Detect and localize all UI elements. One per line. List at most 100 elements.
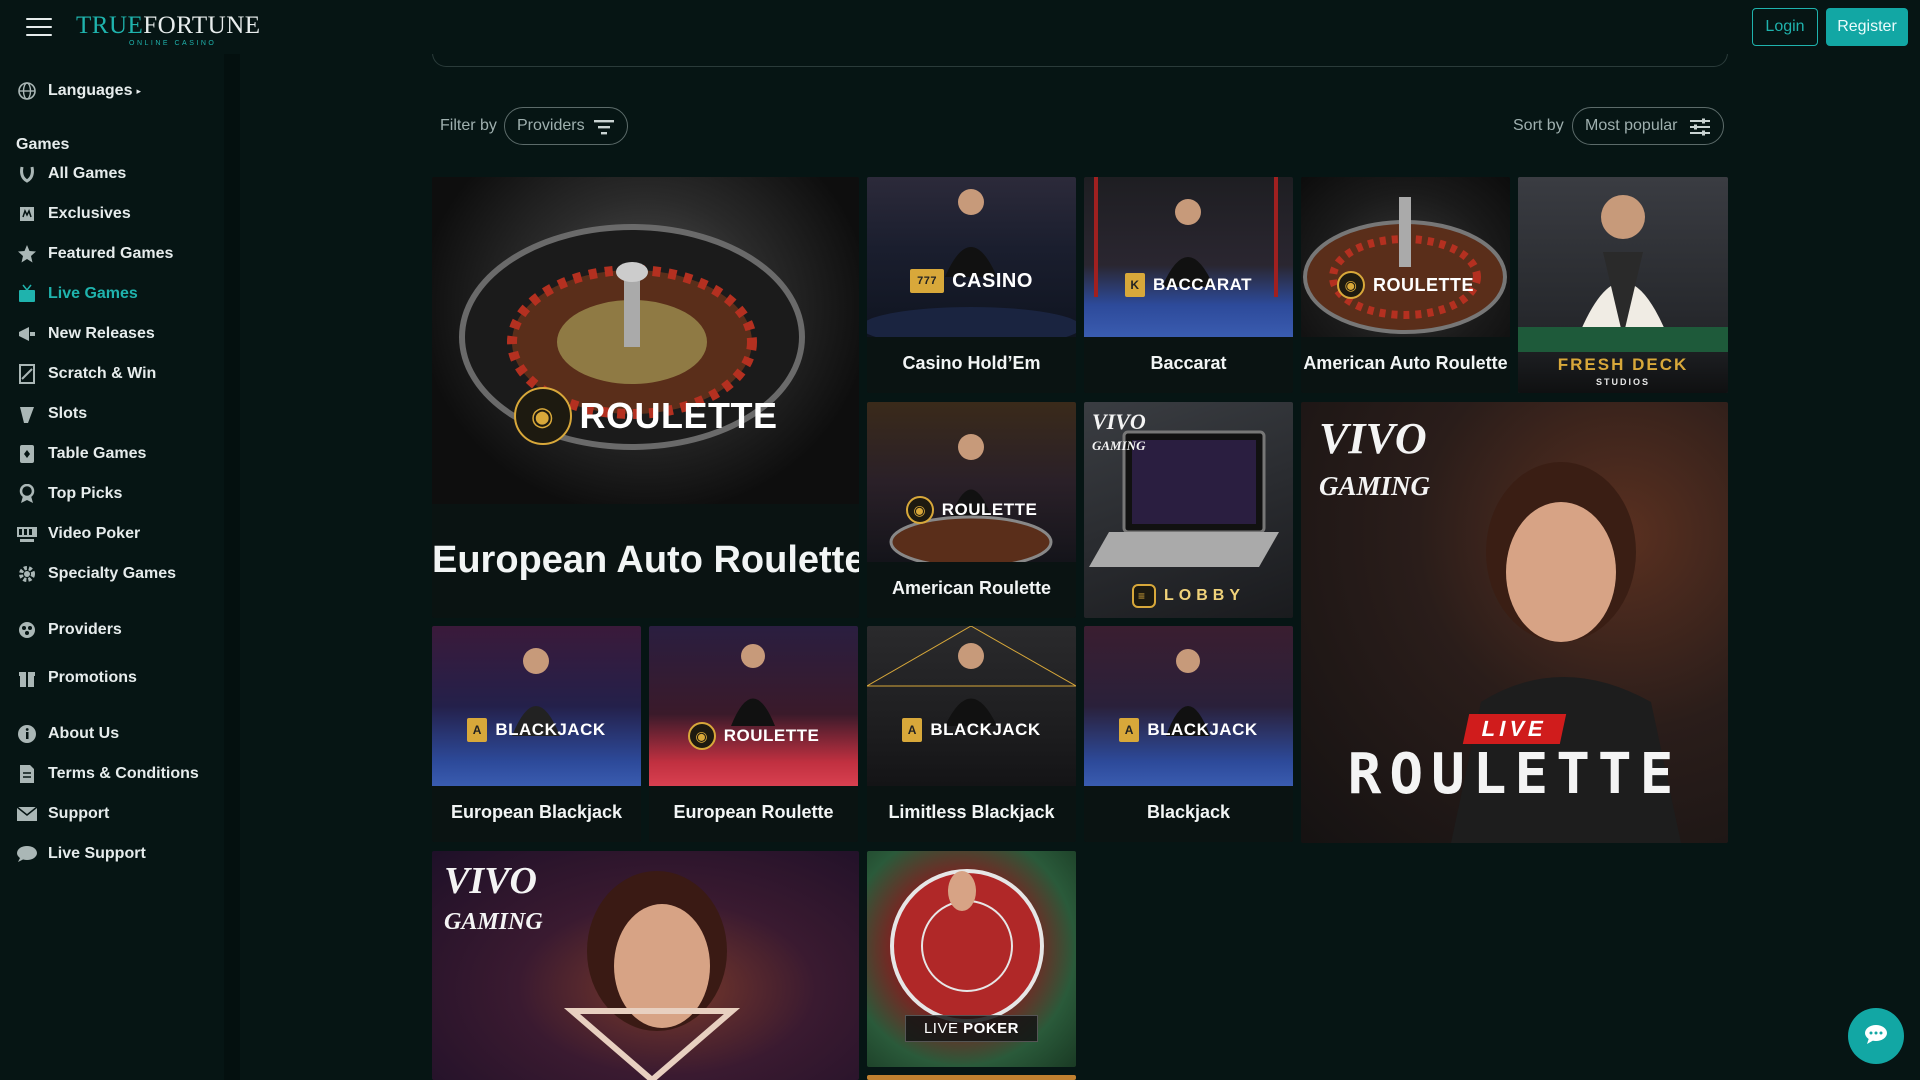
lobby-icon: ≡ bbox=[1132, 584, 1156, 608]
sidebar-item-table-games[interactable]: Table Games bbox=[16, 439, 146, 469]
game-badge: ◉ ROULETTE bbox=[1301, 271, 1510, 299]
game-title: European Roulette bbox=[673, 802, 834, 822]
game-tile-blackjack[interactable]: A BLACKJACK Blackjack bbox=[1084, 626, 1293, 842]
sidebar-divider bbox=[224, 54, 240, 1080]
sidebar-item-live-support[interactable]: Live Support bbox=[16, 839, 146, 869]
sidebar-item-label: Live Games bbox=[48, 285, 138, 302]
vivo-logo: VIVO GAMING bbox=[1092, 409, 1146, 454]
logo-part-2: FORTUNE bbox=[143, 12, 261, 39]
sidebar-item-label: Slots bbox=[48, 405, 88, 422]
sort-value: Most popular bbox=[1585, 117, 1678, 134]
game-tile-european-blackjack[interactable]: A BLACKJACK European Blackjack bbox=[432, 626, 641, 842]
sidebar-item-exclusives[interactable]: Exclusives bbox=[16, 199, 131, 229]
game-tile-european-roulette[interactable]: ◉ ROULETTE European Roulette bbox=[649, 626, 858, 842]
menu-icon[interactable] bbox=[26, 18, 52, 37]
game-badge: A BLACKJACK bbox=[1084, 718, 1293, 742]
sidebar-item-label: Terms & Conditions bbox=[48, 765, 199, 782]
game-tile-european-auto-roulette[interactable]: ◉ ROULETTE European Auto Roulette bbox=[432, 177, 859, 618]
game-badge: A BLACKJACK bbox=[867, 718, 1076, 742]
vivo-logo: VIVO GAMING bbox=[1319, 417, 1431, 502]
gift-icon bbox=[16, 667, 38, 689]
gear-icon bbox=[16, 563, 38, 585]
game-tile-limitless-blackjack[interactable]: A BLACKJACK Limitless Blackjack bbox=[867, 626, 1076, 842]
award-icon bbox=[16, 483, 38, 505]
sidebar-item-video-poker[interactable]: Video Poker bbox=[16, 519, 140, 549]
sidebar-item-all-games[interactable]: All Games bbox=[16, 159, 126, 189]
sidebar-item-promotions[interactable]: Promotions bbox=[16, 663, 137, 693]
game-tile-american-auto-roulette[interactable]: ◉ ROULETTE American Auto Roulette bbox=[1301, 177, 1510, 393]
video-poker-icon bbox=[16, 523, 38, 545]
top-bar: TRUEFORTUNE ONLINE CASINO Login Register bbox=[0, 0, 1920, 54]
sidebar-item-new-releases[interactable]: New Releases bbox=[16, 319, 155, 349]
badge-text: BLACKJACK bbox=[1147, 720, 1258, 739]
sidebar-item-label: Live Support bbox=[48, 845, 146, 862]
providers-filter-button[interactable]: Providers bbox=[504, 107, 628, 145]
logo-tagline: ONLINE CASINO bbox=[129, 40, 217, 47]
game-badge: ◉ ROULETTE bbox=[649, 722, 858, 750]
document-icon bbox=[16, 763, 38, 785]
badge-text-live: LIVE bbox=[923, 1020, 959, 1037]
game-thumbnail bbox=[432, 177, 859, 504]
badge-text: CASINO bbox=[952, 269, 1033, 292]
sidebar-item-scratch-win[interactable]: Scratch & Win bbox=[16, 359, 156, 389]
game-thumbnail bbox=[867, 402, 1076, 562]
chat-bubble-icon bbox=[1864, 1023, 1888, 1050]
game-title: European Auto Roulette bbox=[432, 539, 859, 581]
sidebar-item-terms[interactable]: Terms & Conditions bbox=[16, 759, 199, 789]
sidebar-item-top-picks[interactable]: Top Picks bbox=[16, 479, 122, 509]
game-tile-vivo-live-roulette[interactable]: VIVO GAMING LIVE ROULETTE bbox=[1301, 402, 1728, 843]
filter-value: Providers bbox=[517, 117, 585, 134]
game-tile-live-poker[interactable]: LIVE POKER bbox=[867, 851, 1076, 1067]
exclusive-icon bbox=[16, 203, 38, 225]
badge-subtext: STUDIOS bbox=[1595, 377, 1650, 387]
login-button[interactable]: Login bbox=[1752, 8, 1818, 46]
vivo-brand-1: VIVO bbox=[1092, 409, 1146, 434]
game-title: American Auto Roulette bbox=[1303, 353, 1508, 373]
live-chat-button[interactable] bbox=[1848, 1008, 1904, 1064]
badge-text-poker: POKER bbox=[963, 1020, 1020, 1037]
game-tile-fresh-deck-studios[interactable]: FRESH DECK STUDIOS bbox=[1518, 177, 1728, 393]
sort-label: Sort by bbox=[1513, 117, 1564, 134]
vivo-brand-2: GAMING bbox=[1092, 437, 1146, 453]
game-tile-american-roulette[interactable]: ◉ ROULETTE American Roulette bbox=[867, 402, 1076, 618]
sidebar-item-slots[interactable]: Slots bbox=[16, 399, 87, 429]
vivo-brand-2: GAMING bbox=[1319, 470, 1431, 501]
languages-menu[interactable]: Languages ▸ bbox=[16, 76, 141, 106]
sidebar-item-label: Top Picks bbox=[48, 485, 123, 502]
sidebar-item-label: Providers bbox=[48, 621, 122, 638]
sidebar-item-label: Support bbox=[48, 805, 110, 822]
game-badge: A BLACKJACK bbox=[432, 718, 641, 742]
star-icon bbox=[16, 243, 38, 265]
sidebar-item-label: Table Games bbox=[48, 445, 147, 462]
game-tile-partial[interactable] bbox=[867, 1075, 1076, 1080]
game-tile-casino-holdem[interactable]: 777 CASINO Casino Hold’Em bbox=[867, 177, 1076, 393]
game-thumbnail bbox=[867, 626, 1076, 786]
sidebar-item-label: Promotions bbox=[48, 669, 137, 686]
sidebar-item-label: All Games bbox=[48, 165, 127, 182]
sidebar-item-label: Specialty Games bbox=[48, 565, 177, 582]
game-tile-baccarat[interactable]: K BACCARAT Baccarat bbox=[1084, 177, 1293, 393]
sort-select[interactable]: Most popular bbox=[1572, 107, 1724, 145]
game-tile-vivo-lobby[interactable]: VIVO GAMING ≡ LOBBY bbox=[1084, 402, 1293, 618]
badge-text: ROULETTE bbox=[1347, 742, 1682, 807]
card-icon: A bbox=[1119, 718, 1140, 742]
badge-text: ROULETTE bbox=[941, 500, 1038, 519]
badge-text: BACCARAT bbox=[1152, 275, 1253, 294]
sidebar-item-live-games[interactable]: Live Games bbox=[16, 279, 138, 309]
badge-text: LOBBY bbox=[1164, 587, 1245, 604]
sidebar-item-specialty-games[interactable]: Specialty Games bbox=[16, 559, 176, 589]
sidebar-item-featured-games[interactable]: Featured Games bbox=[16, 239, 173, 269]
vivo-logo: VIVO GAMING bbox=[444, 862, 543, 935]
sidebar-item-about-us[interactable]: About Us bbox=[16, 719, 119, 749]
globe-icon bbox=[16, 80, 38, 102]
roulette-chip-icon: ◉ bbox=[513, 387, 572, 445]
roulette-chip-icon: ◉ bbox=[1337, 271, 1365, 299]
sidebar-item-providers[interactable]: Providers bbox=[16, 615, 122, 645]
game-tile-vivo-gaming-promo[interactable]: VIVO GAMING bbox=[432, 851, 859, 1080]
game-thumbnail bbox=[432, 626, 641, 786]
sidebar-item-support[interactable]: Support bbox=[16, 799, 109, 829]
games-heading: Games bbox=[16, 136, 70, 153]
game-badge: ◉ ROULETTE bbox=[867, 496, 1076, 524]
logo[interactable]: TRUEFORTUNE ONLINE CASINO bbox=[76, 12, 266, 50]
register-button[interactable]: Register bbox=[1826, 8, 1908, 46]
